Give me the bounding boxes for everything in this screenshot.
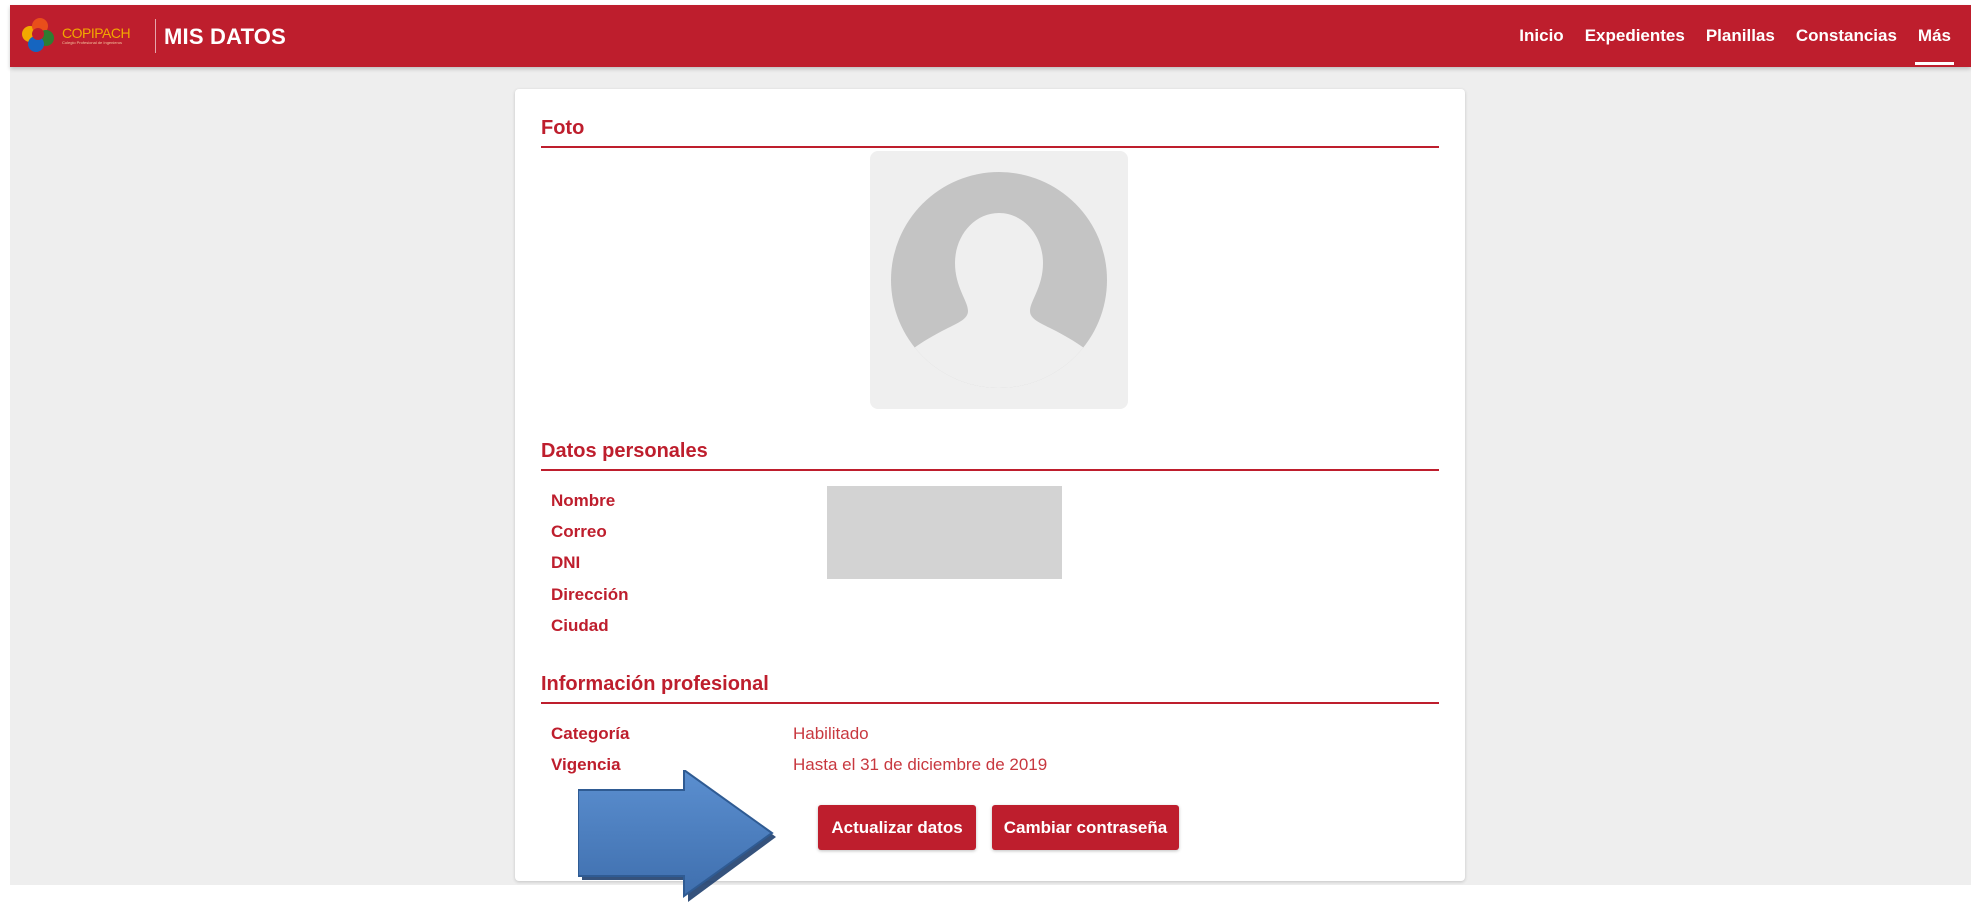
copipach-logo[interactable]: COPIPACH Colegio Profesional de Ingenier… [20,15,156,55]
nav-mas[interactable]: Más [1914,5,1955,67]
profile-card: Foto Datos personales Nombre Correo DNI … [515,89,1465,881]
change-password-button[interactable]: Cambiar contraseña [992,805,1179,850]
page-title: MIS DATOS [164,24,286,49]
section-title-informacion-profesional: Información profesional [541,673,1439,704]
label-categoria: Categoría [551,724,630,743]
page-background: COPIPACH Colegio Profesional de Ingenier… [10,5,1971,885]
top-app-bar: COPIPACH Colegio Profesional de Ingenier… [10,5,1971,67]
label-dni: DNI [551,553,581,572]
header-divider [155,19,156,53]
logo-subtitle: Colegio Profesional de Ingenieros [62,39,123,45]
logo-emblem-icon [20,16,58,54]
main-nav: Inicio Expedientes Planillas Constancias… [1498,5,1955,67]
section-title-foto: Foto [541,117,1439,148]
label-nombre: Nombre [551,491,616,510]
section-title-datos-personales: Datos personales [541,440,1439,471]
value-categoria: Habilitado [793,724,869,743]
label-direccion: Dirección [551,585,629,604]
redacted-personal-values [827,486,1062,579]
nav-inicio[interactable]: Inicio [1519,5,1563,67]
label-correo: Correo [551,522,607,541]
value-vigencia: Hasta el 31 de diciembre de 2019 [793,755,1048,774]
person-silhouette-icon [891,172,1107,388]
profile-photo[interactable] [870,151,1128,409]
right-arrow-icon [578,770,776,902]
logo-text: COPIPACH [62,24,131,41]
label-ciudad: Ciudad [551,616,609,635]
nav-expedientes[interactable]: Expedientes [1585,5,1685,67]
update-data-button[interactable]: Actualizar datos [818,805,976,850]
nav-constancias[interactable]: Constancias [1796,5,1897,67]
nav-planillas[interactable]: Planillas [1706,5,1775,67]
